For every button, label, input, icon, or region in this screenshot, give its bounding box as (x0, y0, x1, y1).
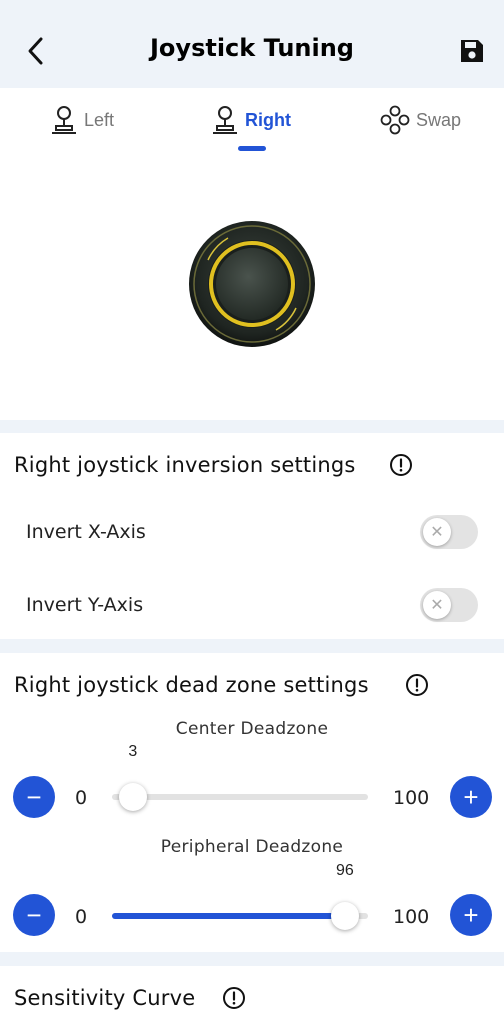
center-deadzone-label: Center Deadzone (175, 719, 329, 739)
invert-y-label: Invert Y-Axis (26, 594, 144, 616)
deadzone-section-title: Right joystick dead zone settings (14, 673, 369, 697)
floppy-disk-icon (461, 40, 483, 62)
page-title: Joystick Tuning (150, 34, 354, 62)
invert-x-label: Invert X-Axis (26, 521, 146, 543)
center-deadzone-decrease-button[interactable]: − (13, 776, 55, 818)
peripheral-deadzone-increase-button[interactable]: + (450, 894, 492, 936)
peripheral-deadzone-decrease-button[interactable]: − (13, 894, 55, 936)
plus-icon: + (463, 782, 479, 812)
sensitivity-curve-title: Sensitivity Curve (14, 986, 196, 1010)
joystick-preview-card: Left Right Swap (0, 88, 504, 420)
center-deadzone-thumb[interactable]: 3 (118, 743, 147, 811)
joystick-preview (188, 220, 316, 348)
tab-swap[interactable]: Swap (380, 102, 461, 138)
minus-icon: − (26, 900, 42, 930)
sensitivity-curve-section: Sensitivity Curve (0, 966, 504, 1024)
center-deadzone-slider[interactable]: 3 (112, 743, 368, 811)
joystick-icon (213, 106, 237, 134)
peripheral-deadzone-max: 100 (393, 906, 430, 928)
slider-fill (112, 913, 345, 919)
tab-right-label: Right (245, 109, 291, 130)
center-deadzone-min: 0 (75, 787, 88, 809)
info-circle-icon[interactable] (222, 986, 246, 1010)
tab-left[interactable]: Left (50, 102, 114, 138)
joystick-thumbstick-icon (189, 221, 315, 347)
minus-icon: − (26, 782, 42, 812)
info-circle-icon[interactable] (389, 453, 413, 477)
app-header: Joystick Tuning (0, 0, 504, 88)
tab-left-label: Left (84, 109, 115, 130)
peripheral-deadzone-thumb[interactable]: 96 (330, 862, 359, 930)
dpad-icon (380, 105, 410, 135)
peripheral-deadzone-label: Peripheral Deadzone (160, 837, 344, 857)
close-icon: ✕ (430, 597, 444, 614)
toggle-knob: ✕ (423, 591, 451, 619)
invert-y-toggle[interactable]: ✕ (420, 588, 478, 622)
tab-right[interactable]: Right (211, 102, 291, 138)
save-button[interactable] (458, 37, 486, 65)
peripheral-deadzone-min: 0 (75, 906, 88, 928)
toggle-knob: ✕ (423, 518, 451, 546)
close-icon: ✕ (430, 524, 444, 541)
center-deadzone-increase-button[interactable]: + (450, 776, 492, 818)
tab-bar: Left Right Swap (0, 88, 504, 158)
invert-x-toggle[interactable]: ✕ (420, 515, 478, 549)
peripheral-deadzone-value: 96 (335, 862, 354, 879)
deadzone-settings-section: Right joystick dead zone settings Center… (0, 653, 504, 952)
joystick-icon (52, 106, 76, 134)
tab-swap-label: Swap (416, 109, 462, 130)
center-deadzone-value: 3 (128, 743, 138, 760)
center-deadzone-max: 100 (393, 787, 430, 809)
active-tab-indicator (238, 146, 266, 151)
plus-icon: + (463, 900, 479, 930)
inversion-settings-section: Right joystick inversion settings Invert… (0, 433, 504, 639)
info-circle-icon[interactable] (405, 673, 429, 697)
inversion-section-title: Right joystick inversion settings (14, 453, 356, 477)
peripheral-deadzone-slider[interactable]: 96 (112, 862, 368, 930)
